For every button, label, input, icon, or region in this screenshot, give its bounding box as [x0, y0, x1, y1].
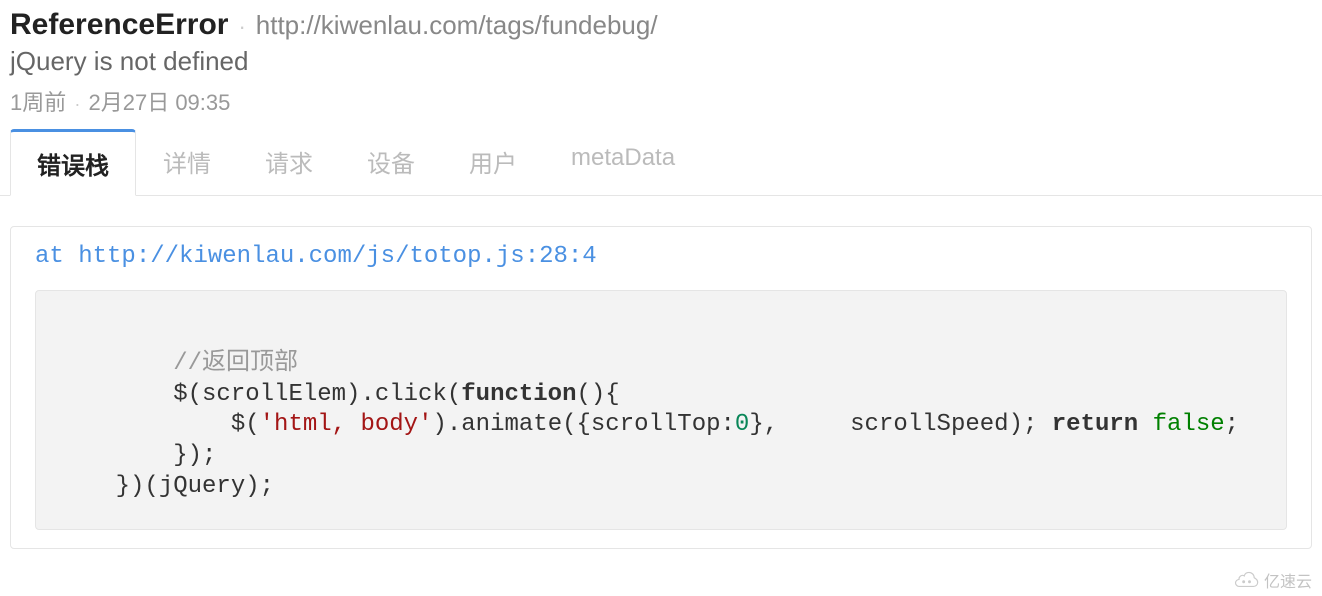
time-ago: 1周前	[10, 90, 66, 115]
code-boolean: false	[1153, 411, 1225, 438]
stack-link-prefix: at	[35, 243, 78, 270]
code-snippet: //返回顶部 $(scrollElem).click(function(){ $…	[35, 290, 1287, 530]
code-keyword-return: return	[1052, 411, 1138, 438]
stack-frame-link[interactable]: at http://kiwenlau.com/js/totop.js:28:4	[11, 227, 1311, 284]
separator-dot: ·	[72, 94, 82, 114]
tab-request[interactable]: 请求	[238, 129, 340, 196]
tab-user[interactable]: 用户	[442, 129, 544, 196]
watermark: 亿速云	[1232, 568, 1312, 592]
cloud-icon	[1232, 571, 1260, 589]
code-comment: //返回顶部	[173, 350, 298, 377]
separator-dot: ·	[236, 14, 247, 40]
error-type: ReferenceError	[10, 8, 228, 42]
tabs-bar: 错误栈 详情 请求 设备 用户 metaData	[0, 129, 1322, 196]
code-keyword-function: function	[461, 381, 576, 408]
tab-metadata[interactable]: metaData	[544, 129, 702, 196]
tab-error-stack[interactable]: 错误栈	[10, 129, 136, 196]
stack-link-url[interactable]: http://kiwenlau.com/js/totop.js:28:4	[78, 243, 596, 270]
error-url: http://kiwenlau.com/tags/fundebug/	[256, 10, 658, 41]
tab-device[interactable]: 设备	[340, 129, 442, 196]
code-pre: //返回顶部 $(scrollElem).click(function(){ $…	[58, 349, 1264, 503]
tab-detail[interactable]: 详情	[136, 129, 238, 196]
timestamp: 2月27日 09:35	[89, 90, 231, 115]
error-stack-panel: at http://kiwenlau.com/js/totop.js:28:4 …	[10, 226, 1312, 549]
code-number: 0	[735, 411, 749, 438]
code-string: 'html, body'	[260, 411, 433, 438]
error-meta: 1周前 · 2月27日 09:35	[10, 85, 1312, 117]
error-message: jQuery is not defined	[10, 46, 1312, 77]
watermark-text: 亿速云	[1264, 568, 1312, 592]
